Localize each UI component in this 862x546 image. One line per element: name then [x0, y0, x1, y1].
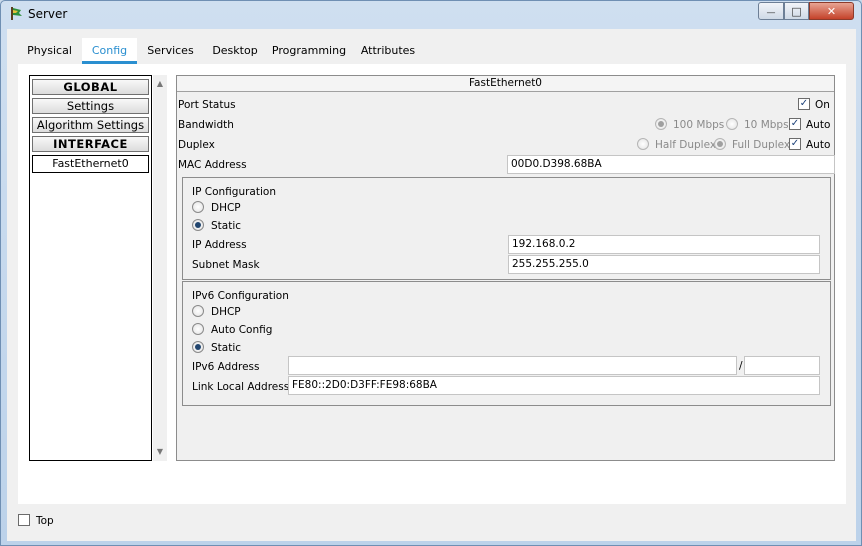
ipv4-static-label: Static	[211, 220, 242, 232]
scroll-down-icon[interactable]: ▼	[153, 445, 167, 459]
minimize-button[interactable]: —	[758, 2, 784, 20]
bandwidth-100-radio[interactable]	[655, 118, 667, 130]
sidebar-header-global[interactable]: GLOBAL	[32, 79, 149, 95]
ipv6-auto-config-label: Auto Config	[211, 324, 273, 336]
config-sidebar: GLOBAL Settings Algorithm Settings INTER…	[29, 75, 152, 461]
interface-title: FastEthernet0	[177, 76, 834, 92]
interface-config: FastEthernet0 Port Status ✓ On Bandwidth…	[176, 75, 835, 461]
server-window: Server — □ ✕ Physical Config Services De…	[0, 0, 862, 546]
bandwidth-auto-checkbox[interactable]: ✓	[789, 118, 801, 130]
tab-desktop[interactable]: Desktop	[204, 38, 266, 64]
tab-label: Services	[147, 44, 194, 57]
ipv6-prefix-separator: /	[739, 360, 743, 372]
ipv6-static-label: Static	[211, 342, 242, 354]
maximize-icon: □	[791, 4, 802, 18]
top-checkbox[interactable]	[18, 514, 30, 526]
window-title: Server	[28, 7, 68, 21]
full-duplex-radio[interactable]	[714, 138, 726, 150]
tab-label: Programming	[271, 44, 347, 57]
ip-address-field[interactable]: 192.168.0.2	[508, 235, 820, 254]
ipv4-dhcp-radio[interactable]	[192, 201, 204, 213]
client-area: Physical Config Services Desktop Program…	[7, 29, 856, 541]
bandwidth-label: Bandwidth	[178, 119, 234, 131]
tab-programming[interactable]: Programming	[267, 38, 351, 64]
bandwidth-10-label: 10 Mbps	[744, 119, 789, 131]
scroll-up-icon[interactable]: ▲	[153, 77, 167, 91]
ipv6-configuration-group: IPv6 Configuration DHCP Auto Config Stat…	[182, 281, 831, 406]
mac-address-label: MAC Address	[178, 159, 247, 171]
duplex-label: Duplex	[178, 139, 215, 151]
tab-label: Config	[91, 44, 128, 57]
ipv4-dhcp-label: DHCP	[211, 202, 241, 214]
sidebar-scrollbar[interactable]: ▲ ▼	[153, 75, 167, 461]
half-duplex-label: Half Duplex	[655, 139, 717, 151]
sidebar-item-settings[interactable]: Settings	[32, 98, 149, 114]
minimize-icon: —	[766, 7, 776, 18]
ipv6-address-label: IPv6 Address	[192, 361, 260, 373]
packet-tracer-app-icon	[11, 7, 22, 20]
duplex-auto-checkbox[interactable]: ✓	[789, 138, 801, 150]
ipv6-address-field[interactable]	[288, 356, 737, 375]
title-bar[interactable]: Server — □ ✕	[1, 1, 861, 27]
ipv6-prefix-field[interactable]	[744, 356, 820, 375]
tab-physical[interactable]: Physical	[18, 38, 81, 64]
ip-address-label: IP Address	[192, 239, 247, 251]
tab-label: Desktop	[212, 44, 258, 57]
bandwidth-100-label: 100 Mbps	[673, 119, 725, 131]
ipv6-static-radio[interactable]	[192, 341, 204, 353]
sidebar-header-interface[interactable]: INTERFACE	[32, 136, 149, 152]
ipv4-static-radio[interactable]	[192, 219, 204, 231]
ipv6-dhcp-label: DHCP	[211, 306, 241, 318]
tab-label: Attributes	[360, 44, 416, 57]
subnet-mask-label: Subnet Mask	[192, 259, 260, 271]
ipv6-auto-config-radio[interactable]	[192, 323, 204, 335]
port-status-label: Port Status	[178, 99, 236, 111]
link-local-address-label: Link Local Address:	[192, 381, 293, 393]
tab-services[interactable]: Services	[138, 38, 203, 64]
sidebar-item-fastethernet0[interactable]: FastEthernet0	[32, 155, 149, 173]
port-status-checkbox[interactable]: ✓	[798, 98, 810, 110]
config-panel: GLOBAL Settings Algorithm Settings INTER…	[18, 64, 846, 504]
port-on-label: On	[815, 99, 830, 111]
tab-attributes[interactable]: Attributes	[352, 38, 424, 64]
ip-configuration-group: IP Configuration DHCP Static IP Address …	[182, 177, 831, 280]
tab-label: Physical	[27, 44, 72, 57]
close-icon: ✕	[826, 4, 837, 18]
link-local-address-field[interactable]: FE80::2D0:D3FF:FE98:68BA	[288, 376, 820, 395]
ipv6-configuration-title: IPv6 Configuration	[192, 290, 289, 302]
ipv6-dhcp-radio[interactable]	[192, 305, 204, 317]
full-duplex-label: Full Duplex	[732, 139, 791, 151]
mac-address-field[interactable]: 00D0.D398.68BA	[507, 155, 835, 174]
ip-configuration-title: IP Configuration	[192, 186, 276, 198]
bandwidth-auto-label: Auto	[806, 119, 831, 131]
tab-config[interactable]: Config	[82, 38, 137, 64]
sidebar-item-algorithm-settings[interactable]: Algorithm Settings	[32, 117, 149, 133]
half-duplex-radio[interactable]	[637, 138, 649, 150]
duplex-auto-label: Auto	[806, 139, 831, 151]
close-button[interactable]: ✕	[809, 2, 854, 20]
maximize-button[interactable]: □	[784, 2, 809, 20]
subnet-mask-field[interactable]: 255.255.255.0	[508, 255, 820, 274]
bandwidth-10-radio[interactable]	[726, 118, 738, 130]
top-label: Top	[36, 515, 54, 527]
